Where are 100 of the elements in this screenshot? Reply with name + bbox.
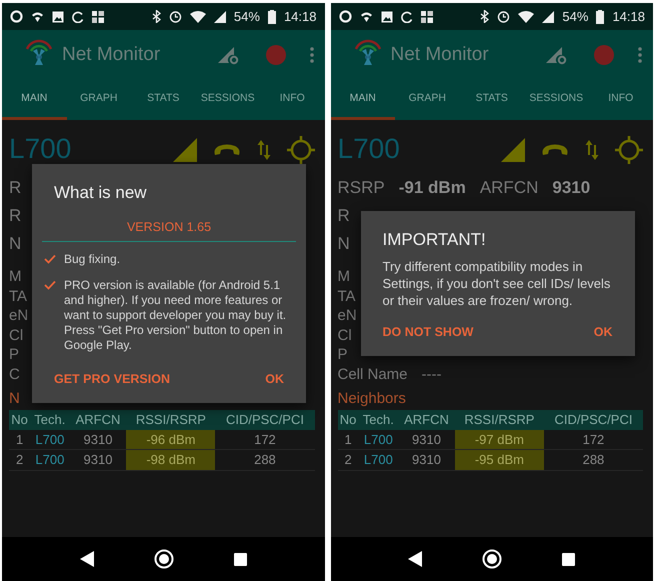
- section-title: N: [9, 390, 20, 407]
- dialog-button[interactable]: GET PRO VERSION: [42, 364, 182, 395]
- dialog-title: What is new: [53, 182, 148, 204]
- column-header: RSSI/RSRP: [126, 410, 216, 430]
- grid-icon: [92, 10, 104, 22]
- recents-icon[interactable]: [234, 552, 247, 566]
- battery-icon: [268, 10, 276, 24]
- field-label: P: [338, 345, 348, 364]
- dialog-button[interactable]: DO NOT SHOW: [370, 317, 486, 348]
- changelog-text: PRO version is available (for Android 5.1 and higher). If you need more features or want to support developer you may buy it. Press "Get Pro version" button to open in Google Play.: [64, 278, 288, 354]
- signal-settings-icon[interactable]: [545, 45, 567, 65]
- tab[interactable]: GRAPH: [395, 80, 460, 120]
- wifi-signal-icon: [190, 10, 206, 23]
- field-label: C: [9, 364, 20, 384]
- table-cell: L700: [358, 450, 398, 470]
- field-label: N: [9, 233, 22, 255]
- field-label: TA: [9, 286, 28, 306]
- field-label: M: [9, 267, 22, 286]
- app-title: Net Monitor: [390, 42, 490, 67]
- check-icon: [44, 280, 56, 290]
- field-label: RSRP: [338, 177, 385, 199]
- tab[interactable]: GRAPH: [66, 80, 131, 120]
- column-header: ARFCN: [398, 410, 455, 430]
- arrows-icon: [585, 139, 599, 161]
- alarm-icon: [497, 10, 510, 23]
- table-cell: L700: [358, 430, 398, 450]
- sync-icon: [400, 10, 412, 22]
- phone-icon: [541, 143, 569, 157]
- table-cell: 172: [544, 430, 643, 450]
- table-cell: 2: [9, 450, 30, 470]
- tab[interactable]: MAIN: [330, 80, 395, 120]
- table-cell: 1: [338, 430, 359, 450]
- table-cell: 2: [338, 450, 359, 470]
- field-label: P: [9, 345, 20, 364]
- table-cell: 1: [9, 430, 30, 450]
- back-icon[interactable]: [408, 551, 422, 567]
- alarm-icon: [168, 10, 182, 23]
- column-header: CID/PSC/PCI: [215, 410, 314, 430]
- recents-icon[interactable]: [562, 552, 576, 566]
- grid-icon: [420, 10, 432, 22]
- wifi-icon: [31, 10, 44, 23]
- table-cell: -96 dBm: [126, 430, 216, 450]
- tab[interactable]: INFO: [260, 80, 324, 120]
- wifi-signal-icon: [518, 10, 534, 23]
- clock-time: 14:18: [612, 8, 645, 26]
- signal-icon: [172, 138, 196, 162]
- table-cell: L700: [30, 430, 70, 450]
- field-label: Cl: [9, 326, 24, 345]
- column-header: CID/PSC/PCI: [544, 410, 643, 430]
- table-cell: -95 dBm: [454, 450, 544, 470]
- home-icon[interactable]: [154, 549, 174, 569]
- crosshair-icon: [286, 136, 314, 164]
- version-heading: VERSION 1.65: [42, 218, 296, 242]
- column-header: Tech.: [358, 410, 398, 430]
- column-header: No: [338, 410, 359, 430]
- table-cell: -97 dBm: [454, 430, 544, 450]
- field-value: -91 dBm: [398, 177, 466, 199]
- dialog-button[interactable]: OK: [253, 364, 296, 395]
- technology-label: L700: [9, 132, 72, 166]
- tab[interactable]: STATS: [460, 80, 524, 120]
- field-label: R: [338, 205, 350, 227]
- table-cell: L700: [30, 450, 70, 470]
- ring-icon: [338, 10, 352, 23]
- field-label: M: [338, 267, 350, 286]
- dialog-message: Try different compatibility modes in Settings, if you don't see cell IDs/ levels or their values are frozen/ wrong.: [382, 258, 612, 310]
- column-header: RSSI/RSRP: [454, 410, 544, 430]
- table-cell: 288: [215, 450, 314, 470]
- home-icon[interactable]: [482, 549, 502, 569]
- bluetooth-icon: [152, 10, 161, 23]
- field-label: Cl: [338, 326, 352, 345]
- signal-icon: [501, 138, 525, 162]
- battery-level: 54%: [234, 8, 260, 26]
- tab[interactable]: SESSIONS: [196, 80, 260, 120]
- ring-icon: [10, 10, 23, 23]
- table-cell: 288: [544, 450, 643, 470]
- field-label: Cell Name: [338, 364, 408, 384]
- bluetooth-icon: [480, 10, 490, 23]
- column-header: ARFCN: [70, 410, 126, 430]
- phone-icon: [212, 143, 240, 157]
- signal-settings-icon[interactable]: [216, 45, 238, 65]
- app-title: Net Monitor: [62, 42, 162, 67]
- field-label: TA: [338, 286, 356, 306]
- tab[interactable]: SESSIONS: [524, 80, 588, 120]
- image-icon: [380, 10, 392, 22]
- dialog-button[interactable]: OK: [582, 317, 624, 348]
- tab[interactable]: INFO: [588, 80, 653, 120]
- clock-time: 14:18: [284, 8, 316, 26]
- cell-signal-icon: [214, 10, 226, 22]
- crosshair-icon: [615, 136, 643, 164]
- back-icon[interactable]: [80, 551, 94, 567]
- tab[interactable]: MAIN: [2, 80, 66, 120]
- cell-signal-icon: [542, 10, 554, 22]
- tab[interactable]: STATS: [131, 80, 196, 120]
- field-label: R: [9, 205, 22, 227]
- column-header: Tech.: [30, 410, 70, 430]
- field-label: N: [338, 233, 350, 255]
- section-title: Neighbors: [338, 390, 406, 407]
- menu-icon[interactable]: [637, 46, 643, 64]
- menu-icon[interactable]: [308, 46, 314, 64]
- technology-label: L700: [338, 132, 401, 166]
